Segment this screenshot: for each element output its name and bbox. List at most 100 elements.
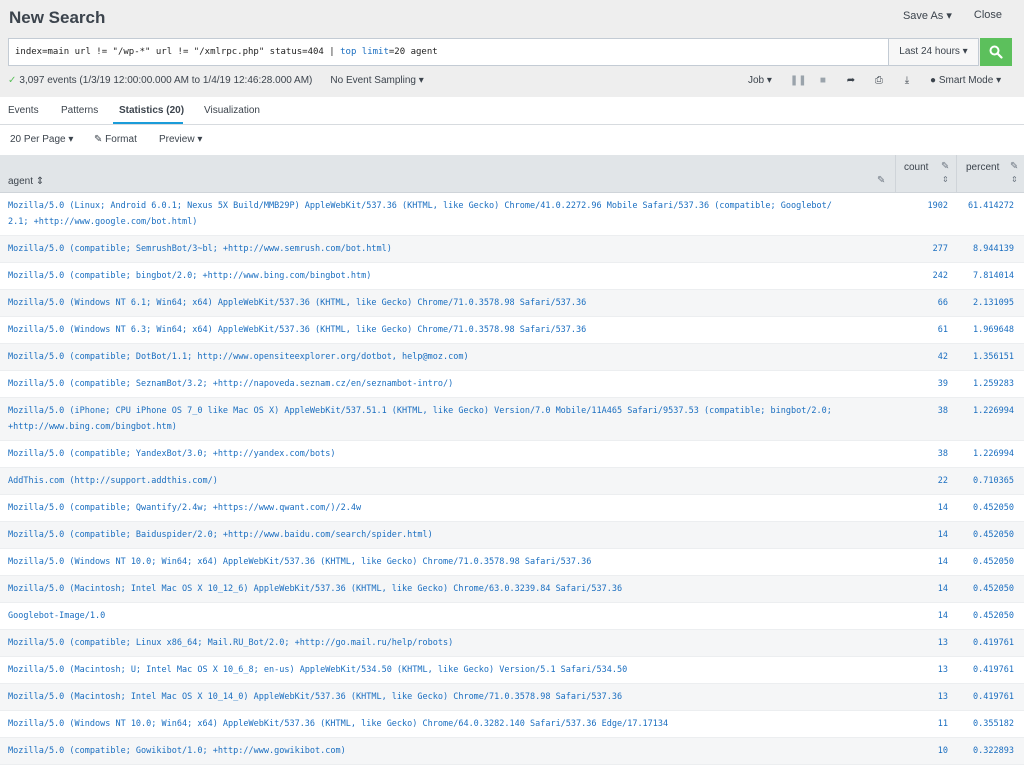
percent-cell[interactable]: 0.419761 <box>956 689 1014 705</box>
agent-cell[interactable]: Mozilla/5.0 (compatible; Gowikibot/1.0; … <box>0 738 1024 764</box>
pencil-icon[interactable]: ✎ <box>1010 161 1018 172</box>
tab-visualization[interactable]: Visualization <box>204 105 260 116</box>
percent-cell[interactable]: 0.452050 <box>956 500 1014 516</box>
checkmark-icon: ✓ <box>8 75 17 86</box>
tab-events[interactable]: Events <box>8 105 39 116</box>
count-cell[interactable]: 22 <box>895 473 948 489</box>
pencil-icon[interactable]: ✎ <box>941 161 949 172</box>
agent-cell[interactable]: Googlebot-Image/1.0 <box>0 603 1024 629</box>
query-rest: =20 agent <box>388 47 438 57</box>
count-cell[interactable]: 14 <box>895 527 948 543</box>
count-cell[interactable]: 14 <box>895 581 948 597</box>
count-cell[interactable]: 242 <box>895 268 948 284</box>
column-header-count[interactable]: count ✎ ⇕ <box>895 155 956 193</box>
percent-cell[interactable]: 8.944139 <box>956 241 1014 257</box>
export-icon[interactable]: ⤓ <box>902 75 912 86</box>
search-bar[interactable]: index=main url != "/wp-*" url != "/xmlrp… <box>8 38 979 66</box>
agent-cell[interactable]: Mozilla/5.0 (Windows NT 6.1; Win64; x64)… <box>0 290 1024 316</box>
table-header: agent ⇕ ✎ count ✎ ⇕ percent ✎ ⇕ <box>0 155 1024 193</box>
count-cell[interactable]: 1902 <box>895 198 948 214</box>
count-cell[interactable]: 277 <box>895 241 948 257</box>
search-status: ✓ 3,097 events (1/3/19 12:00:00.000 AM t… <box>8 75 424 86</box>
sort-icon[interactable]: ⇕ <box>1011 175 1018 184</box>
percent-cell[interactable]: 7.814014 <box>956 268 1014 284</box>
count-cell[interactable]: 66 <box>895 295 948 311</box>
column-header-agent[interactable]: agent ⇕ <box>8 176 44 187</box>
search-button[interactable] <box>980 38 1012 66</box>
time-range-picker[interactable]: Last 24 hours ▾ <box>888 39 978 65</box>
agent-cell[interactable]: Mozilla/5.0 (compatible; DotBot/1.1; htt… <box>0 344 1024 370</box>
agent-cell[interactable]: Mozilla/5.0 (Linux; Android 6.0.1; Nexus… <box>0 193 1024 235</box>
query-command: top <box>340 47 357 57</box>
percent-cell[interactable]: 1.259283 <box>956 376 1014 392</box>
percent-cell[interactable]: 0.355182 <box>956 716 1014 732</box>
table-row: Mozilla/5.0 (Windows NT 6.3; Win64; x64)… <box>0 317 1024 344</box>
event-count: 3,097 events (1/3/19 12:00:00.000 AM to … <box>19 75 313 86</box>
agent-cell[interactable]: Mozilla/5.0 (Windows NT 10.0; Win64; x64… <box>0 711 1024 737</box>
agent-cell[interactable]: Mozilla/5.0 (iPhone; CPU iPhone OS 7_0 l… <box>0 398 1024 440</box>
agent-cell[interactable]: Mozilla/5.0 (compatible; bingbot/2.0; +h… <box>0 263 1024 289</box>
table-row: Mozilla/5.0 (compatible; Baiduspider/2.0… <box>0 522 1024 549</box>
count-cell[interactable]: 13 <box>895 635 948 651</box>
agent-cell[interactable]: Mozilla/5.0 (Macintosh; U; Intel Mac OS … <box>0 657 1024 683</box>
job-menu[interactable]: Job ▾ <box>748 75 772 86</box>
percent-cell[interactable]: 0.710365 <box>956 473 1014 489</box>
count-cell[interactable]: 42 <box>895 349 948 365</box>
agent-cell[interactable]: Mozilla/5.0 (Windows NT 10.0; Win64; x64… <box>0 549 1024 575</box>
agent-cell[interactable]: Mozilla/5.0 (compatible; SemrushBot/3~bl… <box>0 236 1024 262</box>
column-header-percent[interactable]: percent ✎ ⇕ <box>956 155 1024 193</box>
print-icon[interactable]: ⎙ <box>874 75 884 86</box>
count-cell[interactable]: 39 <box>895 376 948 392</box>
count-cell[interactable]: 13 <box>895 662 948 678</box>
event-sampling-dropdown[interactable]: No Event Sampling ▾ <box>330 75 423 86</box>
count-cell[interactable]: 10 <box>895 743 948 759</box>
agent-cell[interactable]: Mozilla/5.0 (compatible; Linux x86_64; M… <box>0 630 1024 656</box>
agent-cell[interactable]: Mozilla/5.0 (Macintosh; Intel Mac OS X 1… <box>0 684 1024 710</box>
search-icon <box>989 45 1003 59</box>
count-cell[interactable]: 14 <box>895 554 948 570</box>
percent-cell[interactable]: 1.226994 <box>956 446 1014 462</box>
percent-cell[interactable]: 61.414272 <box>956 198 1014 214</box>
pause-icon[interactable]: ❚❚ <box>790 75 807 86</box>
per-page-dropdown[interactable]: 20 Per Page ▾ <box>10 134 73 145</box>
preview-dropdown[interactable]: Preview ▾ <box>159 134 202 145</box>
agent-cell[interactable]: Mozilla/5.0 (compatible; Baiduspider/2.0… <box>0 522 1024 548</box>
tab-statistics[interactable]: Statistics (20) <box>119 105 184 116</box>
stop-icon[interactable]: ■ <box>818 75 828 86</box>
percent-cell[interactable]: 0.419761 <box>956 662 1014 678</box>
agent-cell[interactable]: Mozilla/5.0 (compatible; YandexBot/3.0; … <box>0 441 1024 467</box>
sort-icon[interactable]: ⇕ <box>942 175 949 184</box>
count-cell[interactable]: 38 <box>895 446 948 462</box>
count-cell[interactable]: 38 <box>895 403 948 419</box>
count-cell[interactable]: 14 <box>895 500 948 516</box>
save-as-button[interactable]: Save As ▾ <box>903 9 952 22</box>
count-cell[interactable]: 13 <box>895 689 948 705</box>
agent-cell[interactable]: AddThis.com (http://support.addthis.com/… <box>0 468 1024 494</box>
results-toolbar: 20 Per Page ▾ ✎ Format Preview ▾ <box>0 125 1024 155</box>
table-row: Mozilla/5.0 (iPhone; CPU iPhone OS 7_0 l… <box>0 398 1024 441</box>
percent-cell[interactable]: 0.452050 <box>956 608 1014 624</box>
agent-cell[interactable]: Mozilla/5.0 (compatible; Qwantify/2.4w; … <box>0 495 1024 521</box>
search-query-input[interactable]: index=main url != "/wp-*" url != "/xmlrp… <box>15 39 438 65</box>
count-cell[interactable]: 61 <box>895 322 948 338</box>
share-icon[interactable]: ➦ <box>846 75 856 86</box>
percent-cell[interactable]: 0.452050 <box>956 527 1014 543</box>
smart-mode-dropdown[interactable]: ● Smart Mode ▾ <box>930 75 1001 86</box>
format-button[interactable]: ✎ Format <box>94 134 137 145</box>
percent-cell[interactable]: 0.419761 <box>956 635 1014 651</box>
percent-cell[interactable]: 2.131095 <box>956 295 1014 311</box>
tab-patterns[interactable]: Patterns <box>61 105 98 116</box>
percent-cell[interactable]: 1.969648 <box>956 322 1014 338</box>
pencil-icon[interactable]: ✎ <box>877 175 885 186</box>
percent-cell[interactable]: 0.322893 <box>956 743 1014 759</box>
count-cell[interactable]: 11 <box>895 716 948 732</box>
percent-cell[interactable]: 0.452050 <box>956 554 1014 570</box>
agent-cell[interactable]: Mozilla/5.0 (Macintosh; Intel Mac OS X 1… <box>0 576 1024 602</box>
percent-cell[interactable]: 1.226994 <box>956 403 1014 419</box>
count-cell[interactable]: 14 <box>895 608 948 624</box>
percent-cell[interactable]: 1.356151 <box>956 349 1014 365</box>
agent-cell[interactable]: Mozilla/5.0 (compatible; SeznamBot/3.2; … <box>0 371 1024 397</box>
close-button[interactable]: Close <box>974 9 1002 22</box>
agent-cell[interactable]: Mozilla/5.0 (Windows NT 6.3; Win64; x64)… <box>0 317 1024 343</box>
percent-cell[interactable]: 0.452050 <box>956 581 1014 597</box>
